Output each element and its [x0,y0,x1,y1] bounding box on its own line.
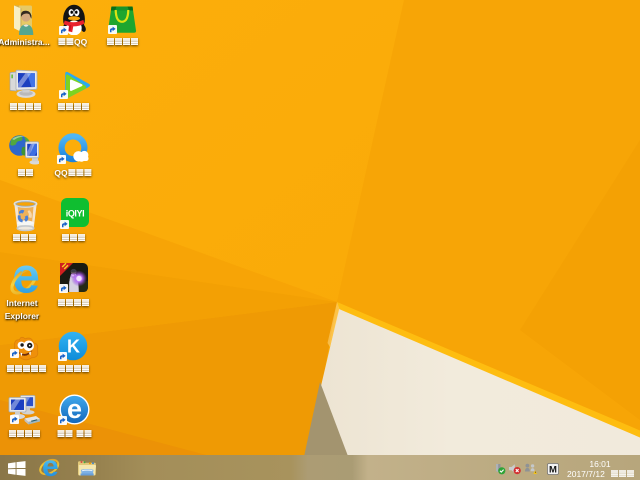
svg-text:e: e [67,394,82,424]
svg-text:M: M [549,464,557,475]
svg-text:K: K [67,337,80,357]
svg-text:e: e [42,457,59,480]
svg-text:iQIYI: iQIYI [66,209,85,219]
